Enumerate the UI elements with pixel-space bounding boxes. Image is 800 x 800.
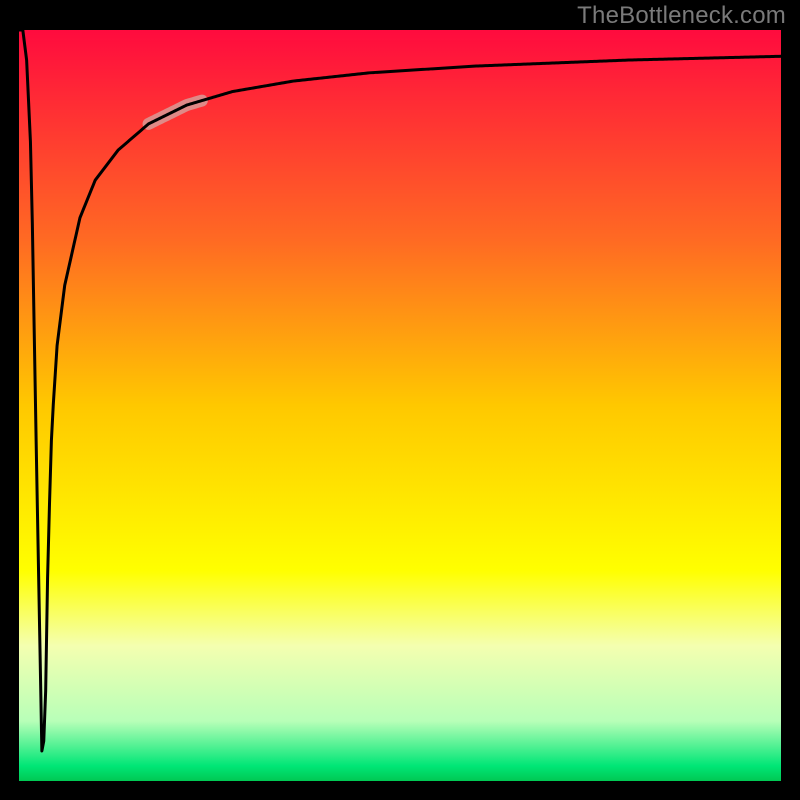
watermark-text: TheBottleneck.com bbox=[577, 2, 786, 30]
bottleneck-chart bbox=[19, 30, 781, 781]
chart-background bbox=[19, 30, 781, 781]
chart-frame bbox=[15, 30, 785, 785]
